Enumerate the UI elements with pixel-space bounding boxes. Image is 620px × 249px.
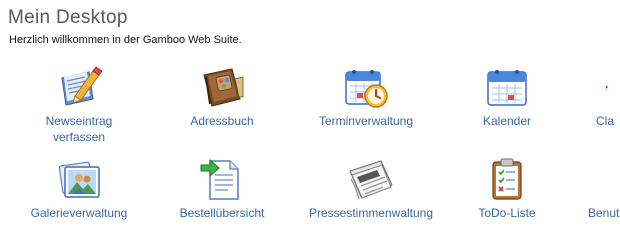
news-edit-icon [55,63,103,111]
tile-label: Bestellübersicht [179,206,265,220]
tile-label: Cla [596,114,615,128]
tile-cla[interactable]: Cla [596,63,620,129]
tile-kalender[interactable]: Kalender [439,63,575,129]
tile-label: Newseintrag verfassen [45,114,113,144]
tile-benut[interactable]: Benut [588,155,620,221]
tile-label: Benut [588,206,620,220]
tile-label: ToDo-Liste [478,206,536,220]
newspaper-icon [347,155,395,203]
tile-galerieverwaltung[interactable]: Galerieverwaltung [11,155,147,221]
address-book-icon [198,63,246,111]
page-subtitle: Herzlich willkommen in der Gamboo Web Su… [9,34,242,46]
truncated-icon [596,63,620,111]
tile-adressbuch[interactable]: Adressbuch [154,63,290,129]
tile-label: Pressestimmenwaltung [308,206,434,220]
gallery-icon [55,155,103,203]
tile-terminverwaltung[interactable]: Terminverwaltung [298,63,434,129]
clipboard-todo-icon [483,155,531,203]
calendar-icon [483,63,531,111]
tile-pressestimmenwaltung[interactable]: Pressestimmenwaltung [303,155,439,221]
tile-newseintrag[interactable]: Newseintrag verfassen [11,63,147,145]
order-document-icon [198,155,246,203]
tile-todo-liste[interactable]: ToDo-Liste [439,155,575,221]
appointment-calendar-icon [342,63,390,111]
tile-label: Terminverwaltung [318,114,414,128]
tile-label: Galerieverwaltung [30,206,128,220]
tile-label: Kalender [482,114,532,128]
page-title: Mein Desktop [8,7,128,28]
truncated-icon [588,155,612,203]
tile-label: Adressbuch [190,114,254,128]
tile-bestelluebersicht[interactable]: Bestellübersicht [154,155,290,221]
